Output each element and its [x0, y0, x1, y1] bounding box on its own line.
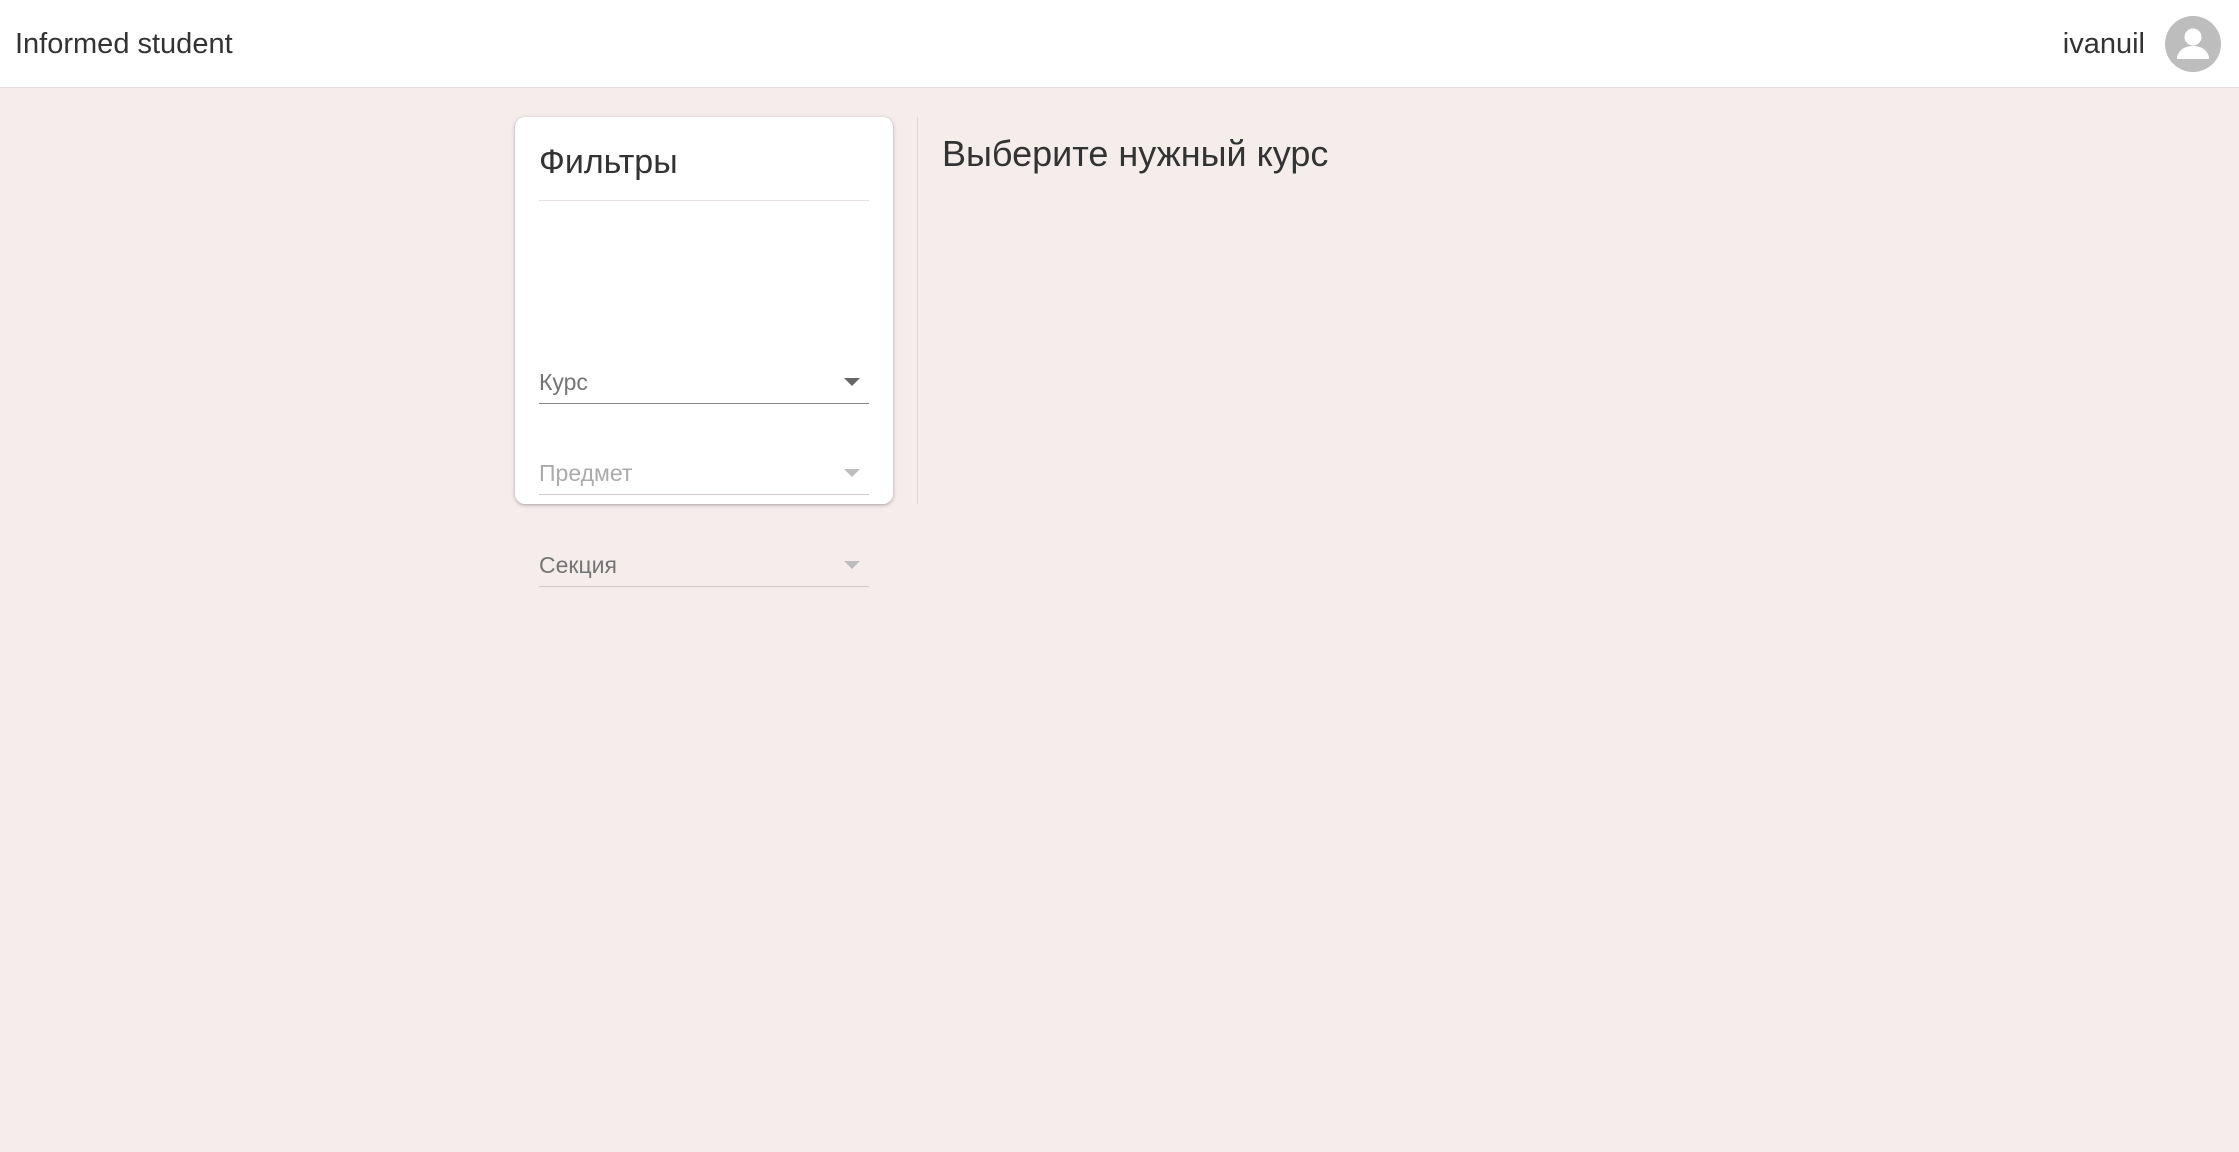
course-select-underline — [539, 403, 869, 404]
section-select[interactable]: Секция — [539, 543, 869, 587]
chevron-down-icon — [844, 378, 860, 386]
user-menu[interactable]: ivanuil — [2063, 16, 2221, 72]
person-icon — [2177, 28, 2209, 59]
section-select-underline — [539, 586, 869, 587]
content-divider — [917, 117, 918, 504]
subject-select-label: Предмет — [539, 460, 633, 486]
course-select-label: Курс — [539, 369, 588, 395]
top-app-bar: Informed student ivanuil — [0, 0, 2239, 88]
app-title[interactable]: Informed student — [15, 26, 233, 62]
chevron-down-icon — [844, 469, 860, 477]
page-heading: Выберите нужный курс — [942, 133, 1329, 174]
filters-title: Фильтры — [539, 143, 678, 181]
subject-select: Предмет — [539, 451, 869, 495]
chevron-down-icon — [844, 561, 860, 569]
subject-select-underline — [539, 494, 869, 495]
section-select-label: Секция — [539, 552, 617, 578]
filters-divider — [539, 200, 869, 201]
username[interactable]: ivanuil — [2063, 26, 2145, 62]
account-circle-icon[interactable] — [2165, 16, 2221, 72]
filters-panel: Фильтры Курс Предмет Секция — [515, 117, 893, 587]
course-select[interactable]: Курс — [539, 360, 869, 404]
